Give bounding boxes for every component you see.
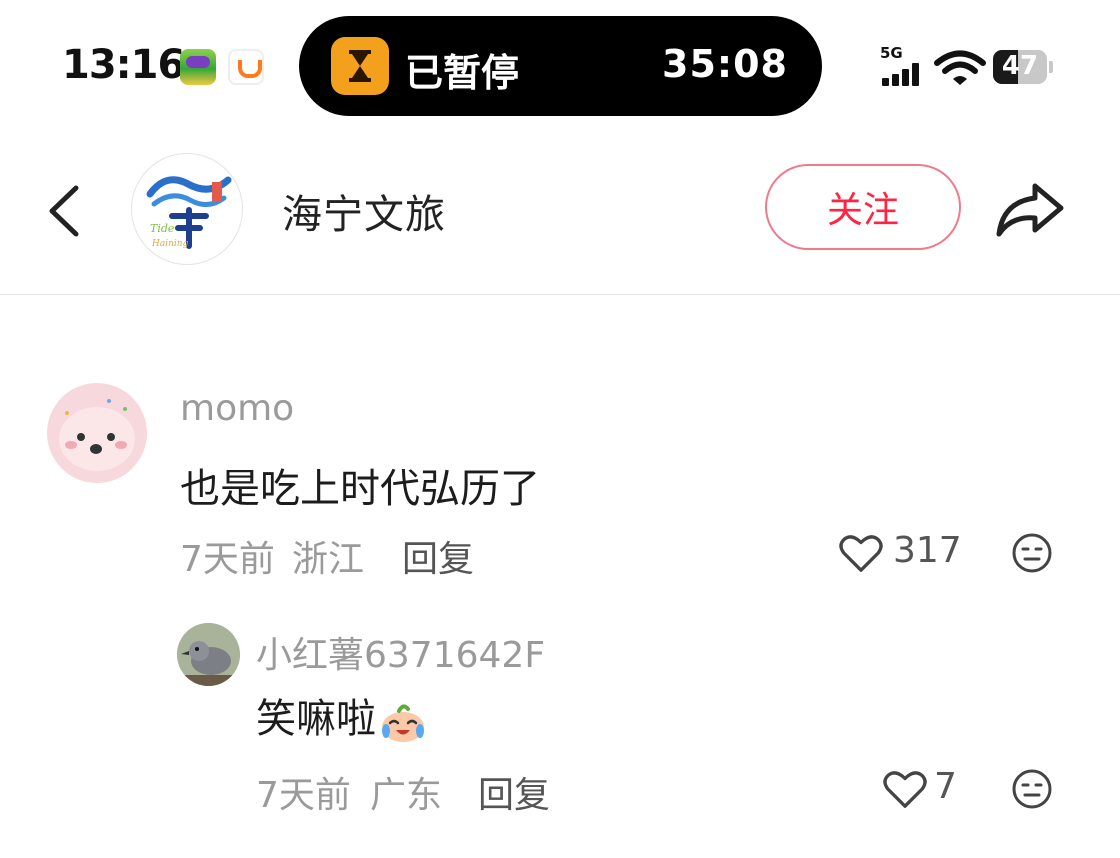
network-type: 5G <box>880 44 903 62</box>
status-time: 13:16 <box>62 42 185 88</box>
wifi-icon <box>934 50 986 85</box>
timer-status: 已暂停 <box>405 51 520 95</box>
comment-item: momo 也是吃上时代弘历了 7天前 浙江 回复 317 <box>0 380 1120 580</box>
like-heart-icon[interactable] <box>882 768 928 810</box>
emoji-reaction-icon[interactable] <box>1011 532 1053 574</box>
account-avatar[interactable]: Tide Haining <box>131 153 243 265</box>
reply-button[interactable]: 回复 <box>402 530 474 582</box>
comment-location: 广东 <box>370 775 443 816</box>
like-count: 317 <box>893 530 962 571</box>
battery-level: 47 <box>1001 51 1039 81</box>
haining-logo-icon: Tide Haining <box>146 176 232 249</box>
comment-text: 笑嘛啦 <box>256 696 376 742</box>
comment-text: 也是吃上时代弘历了 <box>180 466 540 512</box>
back-arrow-icon[interactable] <box>40 184 90 238</box>
reply-button[interactable]: 回复 <box>478 766 550 818</box>
cartoon-face-avatar-icon <box>59 399 135 471</box>
comment-time: 7天前 <box>256 775 351 816</box>
game-app-icon <box>180 49 216 85</box>
comment-text-row: 笑嘛啦 <box>256 686 428 744</box>
account-name: 海宁文旅 <box>282 192 446 238</box>
status-bar: 13:16 已暂停 35:08 5G 47 <box>0 0 1120 130</box>
hourglass-icon <box>331 37 389 95</box>
cellular-signal-icon <box>882 62 924 86</box>
like-heart-icon[interactable] <box>838 532 884 574</box>
commenter-avatar[interactable] <box>47 383 147 483</box>
timer-value: 35:08 <box>662 42 788 86</box>
account-header: Tide Haining 海宁文旅 关注 <box>0 150 1120 295</box>
reply-comment-item: 小红薯6371642F 笑嘛啦 7天前 广东 回复 7 <box>0 620 1120 820</box>
comment-username[interactable]: 小红薯6371642F <box>256 626 545 678</box>
svg-text:Tide: Tide <box>150 222 175 235</box>
comment-username[interactable]: momo <box>180 388 294 429</box>
dynamic-island-timer[interactable]: 已暂停 35:08 <box>299 16 822 116</box>
share-icon[interactable] <box>993 180 1067 240</box>
crying-laughing-emoji-icon <box>382 704 424 742</box>
follow-button[interactable]: 关注 <box>765 164 961 250</box>
svg-text:Haining: Haining <box>151 239 189 249</box>
comment-time: 7天前 <box>180 539 275 580</box>
commenter-avatar[interactable] <box>177 623 240 686</box>
emoji-reaction-icon[interactable] <box>1011 768 1053 810</box>
like-count: 7 <box>934 766 957 807</box>
battery-icon: 47 <box>993 50 1053 84</box>
comment-location: 浙江 <box>292 539 365 580</box>
bird-photo-avatar-icon <box>177 623 240 686</box>
didi-app-icon <box>228 49 264 85</box>
